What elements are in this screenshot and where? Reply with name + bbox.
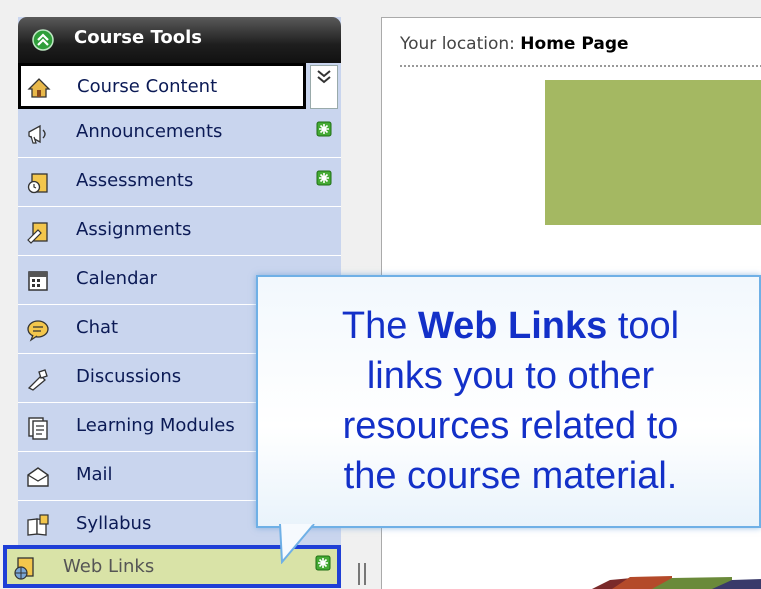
tool-assignments[interactable]: Assignments xyxy=(18,207,341,256)
web-links-icon xyxy=(14,557,34,580)
breadcrumb-divider xyxy=(400,65,761,67)
tool-label: Assessments xyxy=(76,170,194,191)
callout-line-3: resources related to xyxy=(342,405,679,447)
tool-label: Course Content xyxy=(77,76,218,97)
tool-label: Web Links xyxy=(63,556,155,577)
location-page[interactable]: Home Page xyxy=(520,34,628,54)
books-image xyxy=(592,576,761,589)
home-icon xyxy=(27,78,51,98)
collapse-icon[interactable] xyxy=(32,29,54,51)
syllabus-icon xyxy=(27,514,49,536)
callout-highlight: Web Links xyxy=(417,305,608,347)
tool-assessments[interactable]: Assessments xyxy=(18,158,341,207)
callout-text-post: tool xyxy=(607,305,680,347)
megaphone-icon xyxy=(28,124,46,144)
tool-label: Mail xyxy=(76,464,113,485)
course-banner-image xyxy=(545,80,761,225)
tool-announcements[interactable]: Announcements xyxy=(18,109,341,158)
tool-label: Discussions xyxy=(76,366,182,387)
mail-icon xyxy=(27,467,49,487)
tool-label: Calendar xyxy=(76,268,157,289)
tool-label: Assignments xyxy=(76,219,192,240)
callout-text-pre: The xyxy=(341,305,418,347)
new-badge-icon xyxy=(316,170,332,186)
callout-text: The Web Links tool links you to other re… xyxy=(258,301,761,501)
tool-label: Chat xyxy=(76,317,119,338)
learning-modules-icon xyxy=(28,417,48,440)
callout-line-4: the course material. xyxy=(343,455,678,497)
chevron-down-icon xyxy=(317,70,331,84)
tool-label: Syllabus xyxy=(76,513,152,534)
tool-label: Announcements xyxy=(76,121,223,142)
callout-pointer xyxy=(279,524,315,564)
course-tools-title: Course Tools xyxy=(74,27,202,48)
web-links-callout: The Web Links tool links you to other re… xyxy=(256,275,761,528)
splitter-grip[interactable] xyxy=(358,563,366,585)
tool-label: Learning Modules xyxy=(76,415,235,436)
calendar-icon xyxy=(28,271,48,291)
new-badge-icon xyxy=(316,121,332,137)
discussion-icon xyxy=(27,369,48,391)
callout-line-2: links you to other xyxy=(366,355,655,397)
callout-line-1: The Web Links tool xyxy=(258,301,761,351)
tool-course-content[interactable]: Course Content xyxy=(18,63,306,109)
expand-toggle[interactable] xyxy=(310,65,338,109)
location-label: Your location: xyxy=(400,34,515,54)
chat-icon xyxy=(27,320,49,342)
breadcrumb: Your location: Home Page xyxy=(400,34,629,54)
assignment-icon xyxy=(27,222,48,244)
assessment-icon xyxy=(27,173,48,194)
course-tools-header: Course Tools xyxy=(18,17,341,63)
